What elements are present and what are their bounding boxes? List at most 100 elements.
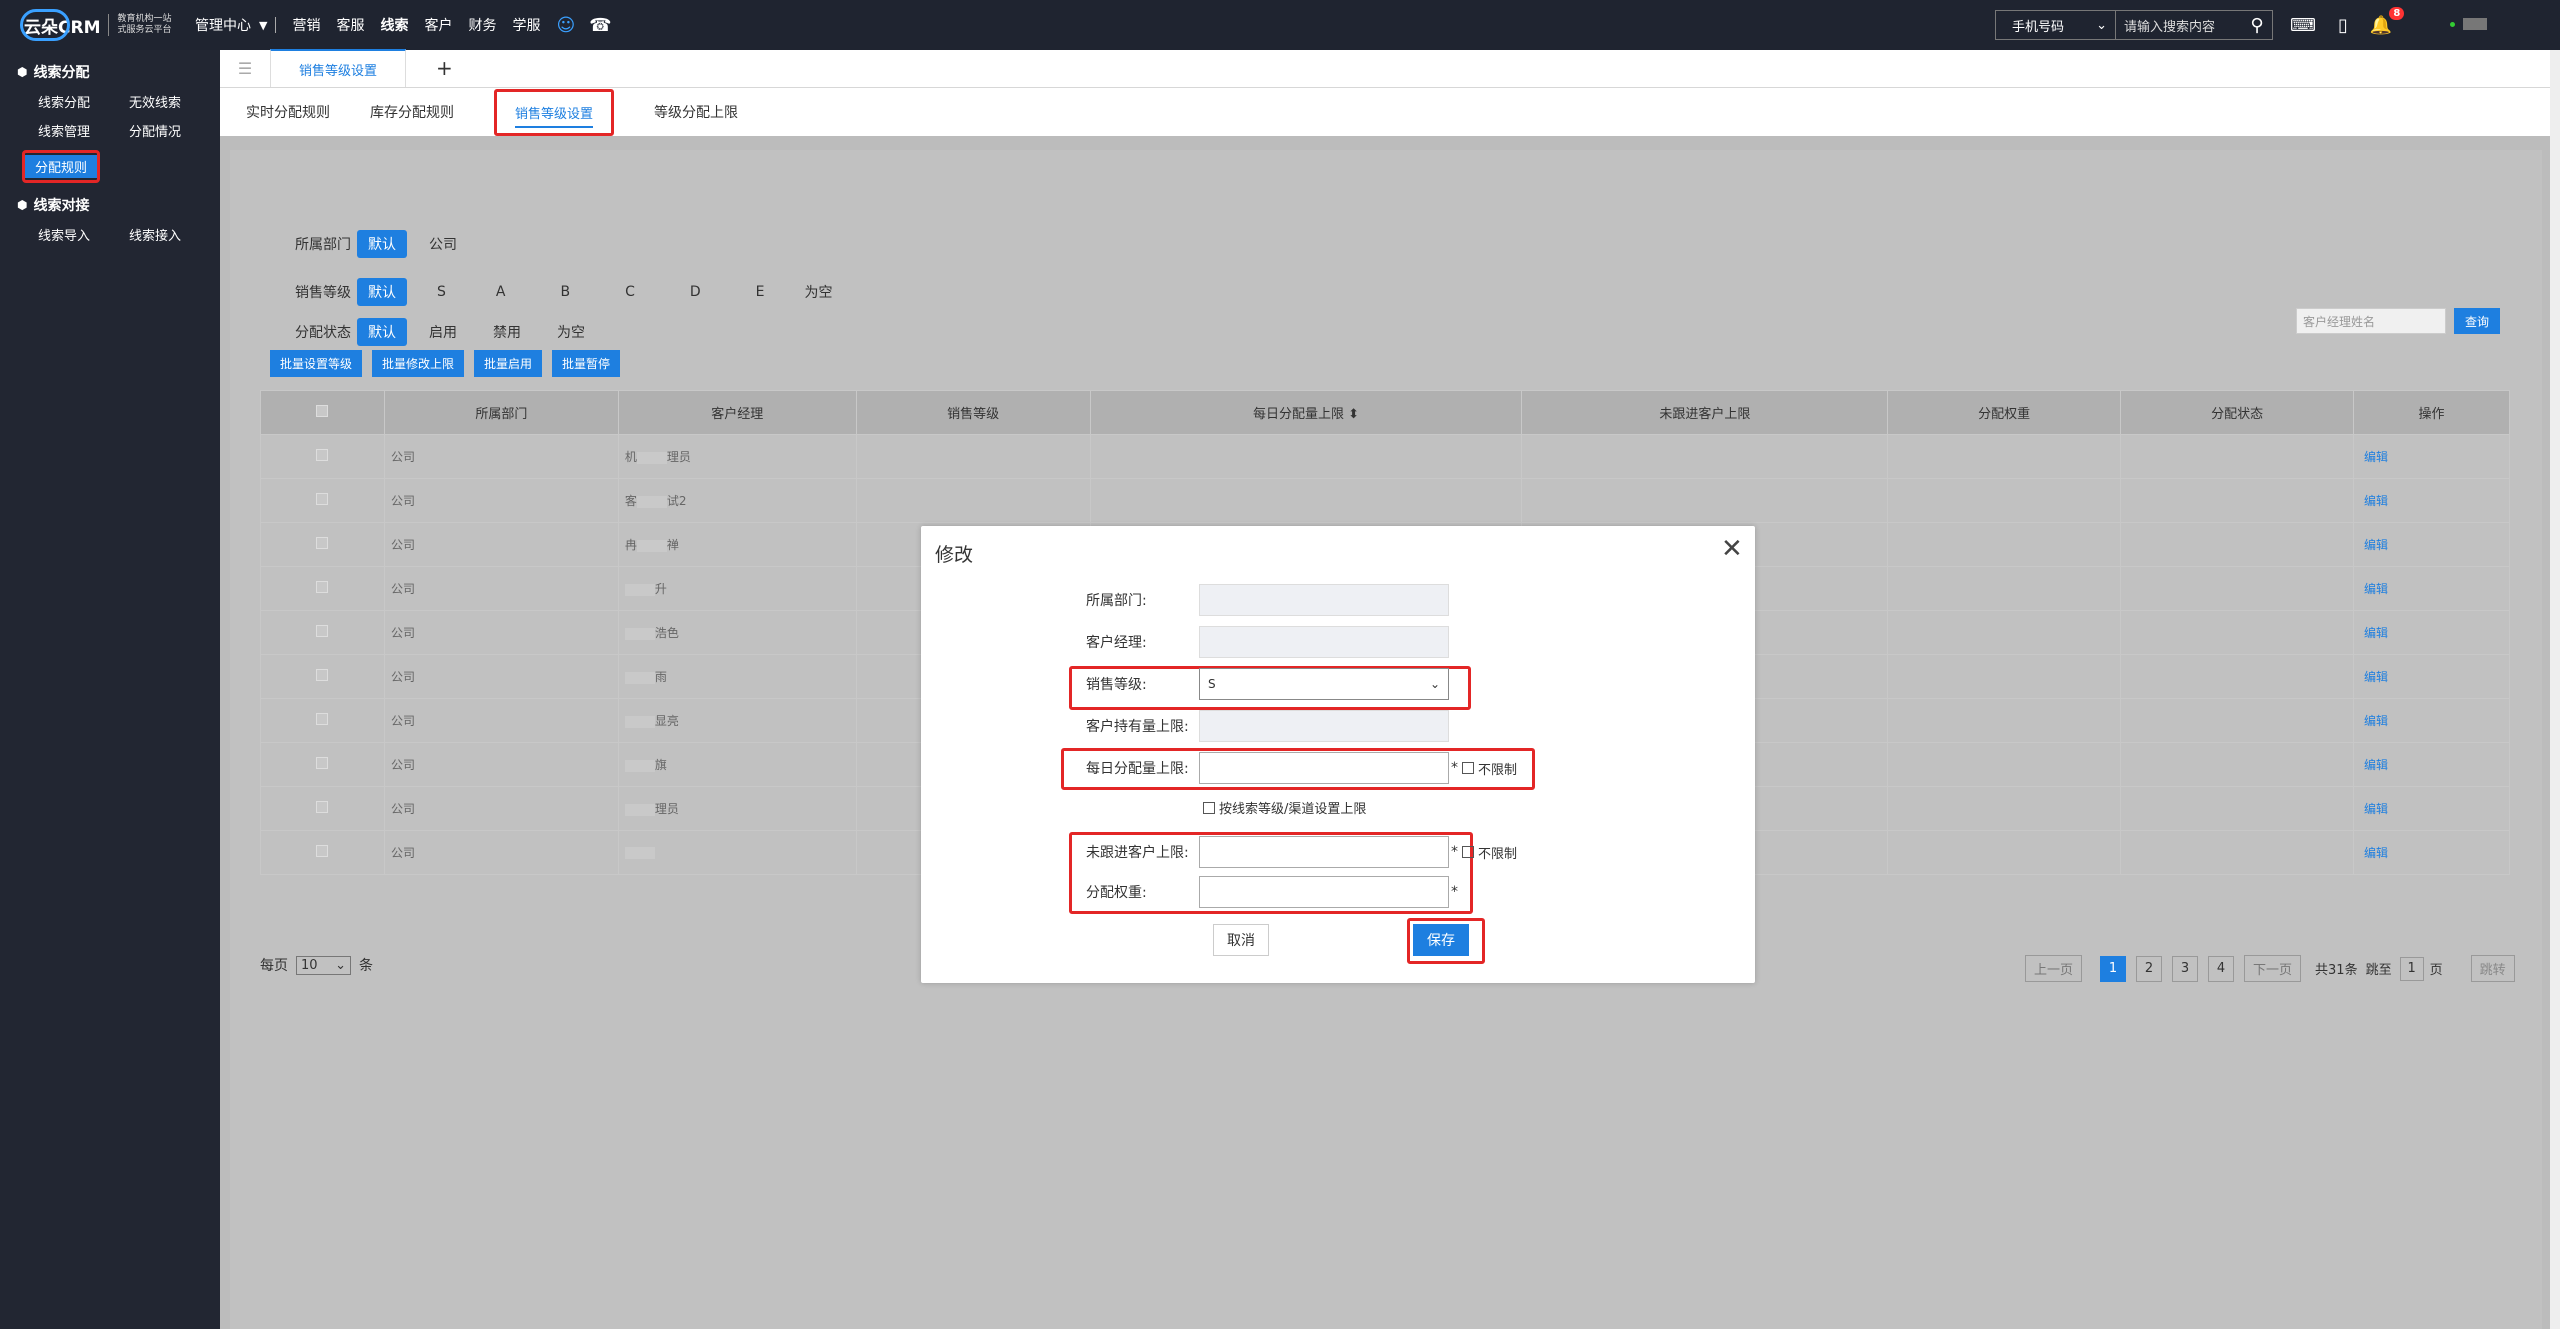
manager-name-input[interactable]: 客户经理姓名 xyxy=(2296,308,2446,334)
nav-service[interactable]: 客服 xyxy=(336,15,364,35)
query-button[interactable]: 查询 xyxy=(2454,308,2500,334)
filter-option[interactable]: C xyxy=(625,284,635,300)
edit-link[interactable]: 编辑 xyxy=(2364,802,2388,816)
level-select[interactable]: S ⌄ xyxy=(1199,668,1449,700)
sidebar-item-invalid-leads[interactable]: 无效线索 xyxy=(129,92,220,111)
row-checkbox[interactable] xyxy=(316,581,329,593)
row-checkbox[interactable] xyxy=(316,801,329,813)
batch-enable-button[interactable]: 批量启用 xyxy=(474,350,543,377)
sidebar-item-lead-assign[interactable]: 线索分配 xyxy=(38,92,129,111)
edit-link[interactable]: 编辑 xyxy=(2364,538,2388,552)
page-scrollbar[interactable] xyxy=(2550,50,2560,1329)
search-type-select[interactable]: 手机号码 ⌄ xyxy=(1996,11,2116,39)
user-icon[interactable]: ☺ xyxy=(556,15,575,36)
save-button[interactable]: 保存 xyxy=(1413,924,1469,956)
row-checkbox[interactable] xyxy=(316,669,329,681)
goto-page-input[interactable]: 1 xyxy=(2399,956,2424,981)
filter-option-default[interactable]: 默认 xyxy=(357,278,407,306)
edit-link[interactable]: 编辑 xyxy=(2364,450,2388,464)
row-checkbox[interactable] xyxy=(316,845,329,857)
sidebar-item-lead-access[interactable]: 线索接入 xyxy=(129,225,220,244)
page-3[interactable]: 3 xyxy=(2172,955,2199,982)
logo[interactable]: 云朵CRM 教育机构一站 式服务云平台 xyxy=(20,8,172,42)
next-page-button[interactable]: 下一页 xyxy=(2244,955,2302,982)
sidebar-group-lead-integration[interactable]: ⬢ 线索对接 xyxy=(0,183,220,215)
tab-sales-level[interactable]: 销售等级设置 xyxy=(270,49,407,87)
nav-finance[interactable]: 财务 xyxy=(468,15,496,35)
col-daily-limit[interactable]: 每日分配量上限 ⬍ xyxy=(1089,390,1523,435)
sidebar-item-lead-manage[interactable]: 线索管理 xyxy=(38,121,129,140)
nav-management-center[interactable]: 管理中心 xyxy=(195,15,251,35)
sidebar-item-assign-rules[interactable]: 分配规则 xyxy=(25,155,98,178)
filter-option[interactable]: D xyxy=(690,284,701,300)
filter-option[interactable]: B xyxy=(560,284,570,300)
by-level-checkbox[interactable] xyxy=(1203,801,1215,814)
cell-actions: 编辑 xyxy=(2353,522,2510,567)
filter-option[interactable]: 公司 xyxy=(429,234,457,254)
row-checkbox[interactable] xyxy=(316,757,329,769)
unfollow-limit-input[interactable] xyxy=(1199,836,1449,868)
phone-icon[interactable]: ☎ xyxy=(589,15,611,36)
filter-option[interactable]: E xyxy=(756,284,765,300)
tab-stock-rules[interactable]: 库存分配规则 xyxy=(370,102,454,122)
nav-customers[interactable]: 客户 xyxy=(424,15,452,35)
unfollow-unlimited-checkbox[interactable] xyxy=(1462,846,1474,858)
cancel-button[interactable]: 取消 xyxy=(1213,924,1269,956)
mobile-icon[interactable]: ▯ xyxy=(2338,15,2348,36)
daily-limit-input[interactable] xyxy=(1199,752,1449,784)
tab-realtime-rules[interactable]: 实时分配规则 xyxy=(246,102,330,122)
filter-option[interactable]: 为空 xyxy=(557,322,585,342)
filter-option[interactable]: 启用 xyxy=(429,322,457,342)
nav-leads[interactable]: 线索 xyxy=(380,15,408,35)
tab-level-limit[interactable]: 等级分配上限 xyxy=(654,102,738,122)
page-1[interactable]: 1 xyxy=(2100,955,2127,982)
edit-link[interactable]: 编辑 xyxy=(2364,714,2388,728)
close-icon[interactable]: ✕ xyxy=(1721,534,1743,564)
nav-marketing[interactable]: 营销 xyxy=(292,15,320,35)
cell-actions: 编辑 xyxy=(2353,434,2510,479)
edit-link[interactable]: 编辑 xyxy=(2364,626,2388,640)
filter-option-default[interactable]: 默认 xyxy=(357,230,407,258)
row-checkbox[interactable] xyxy=(316,449,329,461)
page-size-select[interactable]: 10 ⌄ xyxy=(296,955,351,975)
blurred-text xyxy=(624,759,655,772)
sidebar-item-lead-import[interactable]: 线索导入 xyxy=(38,225,129,244)
batch-edit-limit-button[interactable]: 批量修改上限 xyxy=(372,350,465,377)
row-checkbox[interactable] xyxy=(316,625,329,637)
search-input[interactable]: 请输入搜索内容 xyxy=(2116,16,2242,35)
page-4[interactable]: 4 xyxy=(2208,955,2235,982)
search-icon[interactable]: ⚲ xyxy=(2242,15,2272,36)
nav-student-service[interactable]: 学服 xyxy=(512,15,540,35)
filter-option-default[interactable]: 默认 xyxy=(357,318,407,346)
keyboard-icon[interactable]: ⌨ xyxy=(2290,15,2316,36)
edit-link[interactable]: 编辑 xyxy=(2364,670,2388,684)
daily-unlimited-checkbox[interactable] xyxy=(1462,762,1474,774)
chevron-down-icon[interactable]: ▼ xyxy=(259,19,267,32)
batch-set-level-button[interactable]: 批量设置等级 xyxy=(270,350,363,377)
batch-pause-button[interactable]: 批量暂停 xyxy=(552,350,621,377)
menu-toggle-icon[interactable]: ☰ xyxy=(220,49,270,87)
edit-link[interactable]: 编辑 xyxy=(2364,846,2388,860)
weight-input[interactable] xyxy=(1199,876,1449,908)
filter-option[interactable]: 为空 xyxy=(805,282,833,302)
bell-icon[interactable]: 🔔 8 xyxy=(2370,6,2405,36)
sort-icon[interactable]: ⬍ xyxy=(1348,407,1359,422)
prev-page-button[interactable]: 上一页 xyxy=(2025,955,2083,982)
add-tab-button[interactable]: + xyxy=(436,49,453,87)
edit-link[interactable]: 编辑 xyxy=(2364,758,2388,772)
row-checkbox[interactable] xyxy=(316,537,329,549)
jump-button[interactable]: 跳转 xyxy=(2470,955,2515,982)
user-status[interactable] xyxy=(2450,18,2487,30)
select-all-checkbox[interactable] xyxy=(316,404,329,417)
tab-sales-level-setting[interactable]: 销售等级设置 xyxy=(494,88,615,136)
filter-option[interactable]: S xyxy=(437,284,446,300)
row-checkbox[interactable] xyxy=(316,713,329,725)
sidebar-item-assign-status[interactable]: 分配情况 xyxy=(129,121,220,140)
sidebar-group-lead-assign[interactable]: ⬢ 线索分配 xyxy=(0,50,220,82)
edit-link[interactable]: 编辑 xyxy=(2364,494,2388,508)
filter-option[interactable]: A xyxy=(496,284,506,300)
row-checkbox[interactable] xyxy=(316,493,329,505)
filter-option[interactable]: 禁用 xyxy=(493,322,521,342)
page-2[interactable]: 2 xyxy=(2136,955,2163,982)
edit-link[interactable]: 编辑 xyxy=(2364,582,2388,596)
